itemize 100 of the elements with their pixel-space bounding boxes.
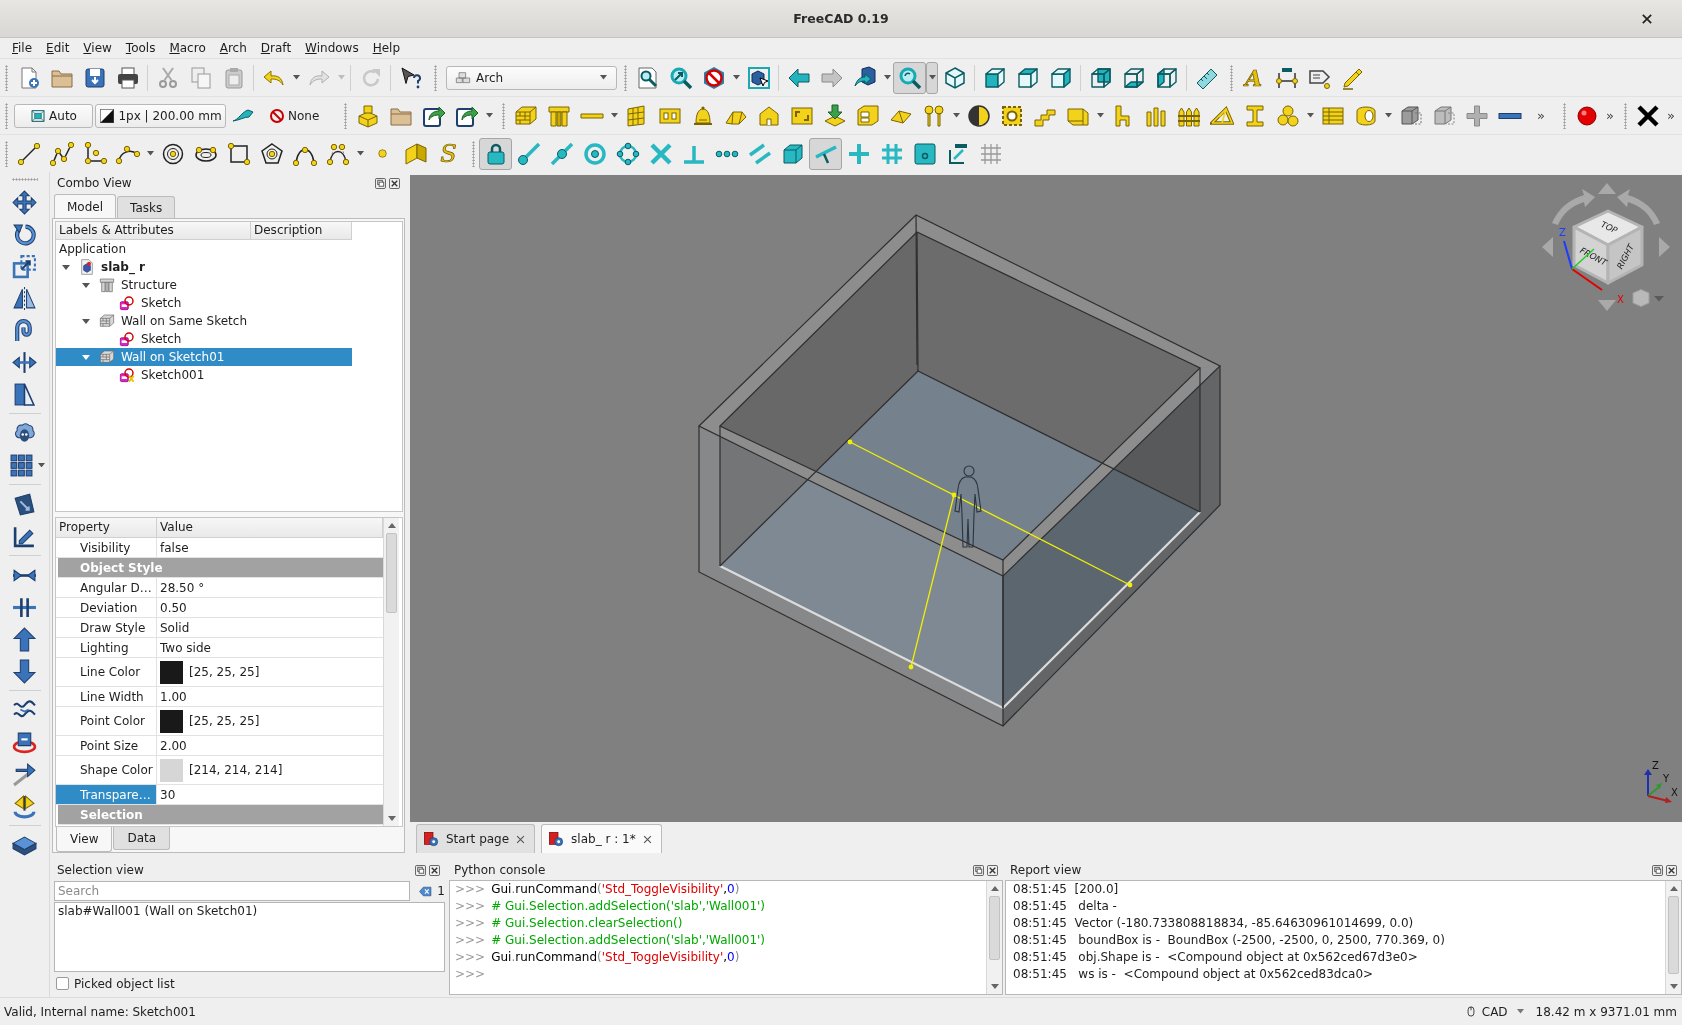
- property-value[interactable]: 28.50 °: [160, 580, 205, 595]
- view-cube-icon[interactable]: [1154, 65, 1179, 90]
- tree-item[interactable]: Wall on Same Sketch: [56, 312, 352, 330]
- up-arrow-icon[interactable]: [12, 626, 37, 652]
- scroll-down-icon[interactable]: [990, 984, 999, 989]
- menu-item[interactable]: Arch: [212, 39, 254, 57]
- tab[interactable]: Tasks: [117, 196, 176, 218]
- property-value[interactable]: Solid: [160, 620, 190, 635]
- slanted-panel-icon[interactable]: [12, 491, 37, 517]
- property-name[interactable]: Point Color: [56, 707, 157, 735]
- window-icon[interactable]: [855, 103, 880, 128]
- float-icon[interactable]: [415, 864, 426, 876]
- view-cube-icon[interactable]: [982, 65, 1007, 90]
- caret-icon[interactable]: [1096, 113, 1104, 118]
- scrollbar-thumb[interactable]: [989, 896, 1000, 960]
- expand-arrow-icon[interactable]: [81, 280, 91, 290]
- caret-icon[interactable]: [1306, 113, 1314, 118]
- down-arrow-icon[interactable]: [12, 658, 37, 684]
- line-segment-icon[interactable]: [16, 141, 41, 166]
- menu-item[interactable]: Tools: [118, 39, 163, 57]
- pipe-icon[interactable]: [1353, 103, 1378, 128]
- property-name[interactable]: Visibility: [56, 538, 157, 557]
- save-icon[interactable]: [82, 65, 107, 90]
- scroll-up-icon[interactable]: [1669, 886, 1678, 891]
- close-icon[interactable]: [389, 177, 400, 189]
- curved-arrow-icon[interactable]: [1552, 189, 1595, 225]
- column-header[interactable]: Value: [157, 518, 383, 538]
- navigation-cube[interactable]: [1572, 209, 1644, 285]
- workbench-dropdown[interactable]: Arch: [446, 65, 617, 90]
- menu-item[interactable]: Draft: [253, 39, 299, 57]
- orbit-icon[interactable]: [12, 729, 37, 755]
- rotate-arrow-icon[interactable]: [12, 221, 37, 247]
- view-cube-icon[interactable]: [1121, 65, 1146, 90]
- help-cursor-icon[interactable]: [398, 65, 423, 90]
- tree-item[interactable]: Wall on Sketch01: [56, 348, 352, 366]
- record-dot-icon[interactable]: [1574, 103, 1599, 128]
- close-icon[interactable]: [642, 834, 652, 844]
- printer-icon[interactable]: [115, 65, 140, 90]
- overflow-button[interactable]: »: [1603, 99, 1617, 132]
- expand-arrow-icon[interactable]: [81, 352, 91, 362]
- property-value[interactable]: false: [160, 540, 189, 555]
- cube-icon[interactable]: [1431, 103, 1456, 128]
- arrow-line-icon[interactable]: [12, 761, 37, 787]
- down-arrow-icon[interactable]: [822, 103, 847, 128]
- float-icon[interactable]: [375, 177, 386, 189]
- close-icon[interactable]: [1642, 13, 1652, 24]
- float-icon[interactable]: [973, 864, 984, 876]
- scrollbar[interactable]: [986, 881, 1002, 994]
- caret-icon[interactable]: [600, 75, 607, 80]
- menu-item[interactable]: Macro: [162, 39, 213, 57]
- expand-arrow-icon[interactable]: [81, 316, 91, 326]
- clear-search-icon[interactable]: [418, 884, 434, 898]
- view-cube-icon[interactable]: [1015, 65, 1040, 90]
- scrollbar-thumb[interactable]: [386, 533, 397, 613]
- circle-icon[interactable]: [160, 141, 185, 166]
- caret-icon[interactable]: [928, 75, 936, 80]
- property-name[interactable]: Point Size: [56, 736, 157, 755]
- overflow-button[interactable]: »: [1664, 99, 1678, 132]
- x-mark-icon[interactable]: [1635, 103, 1660, 128]
- circles-icon[interactable]: [1275, 103, 1300, 128]
- caret-icon[interactable]: [146, 151, 154, 156]
- point-icon[interactable]: [378, 149, 387, 158]
- property-value[interactable]: 2.00: [160, 738, 187, 753]
- close-icon[interactable]: [987, 864, 998, 876]
- bezier-curve-icon[interactable]: [325, 141, 350, 166]
- scroll-down-icon[interactable]: [387, 816, 396, 821]
- rectangle-icon[interactable]: [226, 141, 251, 166]
- tree-item[interactable]: Sketch: [56, 294, 352, 312]
- polyline-icon[interactable]: [49, 141, 74, 166]
- menu-item[interactable]: View: [76, 39, 119, 57]
- property-value[interactable]: Two side: [160, 640, 211, 655]
- truss-icon[interactable]: [1209, 103, 1234, 128]
- checkbox-label[interactable]: Picked object list: [74, 976, 175, 991]
- corner-points-icon[interactable]: [82, 141, 107, 166]
- checkbox[interactable]: [56, 977, 69, 990]
- view-menu-icon[interactable]: [1632, 289, 1664, 307]
- close-icon[interactable]: [516, 834, 526, 844]
- cube-cursor-icon[interactable]: [746, 65, 771, 90]
- caret-icon[interactable]: [732, 75, 740, 80]
- property-name[interactable]: Line Color: [56, 658, 157, 686]
- property-value[interactable]: [25, 25, 25]: [189, 665, 260, 679]
- float-icon[interactable]: [1652, 864, 1663, 876]
- triangle-square-icon[interactable]: [12, 381, 37, 407]
- prohibited-sign-icon[interactable]: [701, 65, 726, 90]
- construction-group-button[interactable]: None: [265, 103, 337, 128]
- selection-item[interactable]: slab#Wall001 (Wall on Sketch01): [58, 904, 258, 918]
- scrollbar[interactable]: [1665, 881, 1681, 994]
- property-value[interactable]: [25, 25, 25]: [189, 714, 260, 728]
- scroll-up-icon[interactable]: [990, 886, 999, 891]
- isometric-cube-icon[interactable]: [942, 65, 967, 90]
- mirror-triangles-icon[interactable]: [12, 285, 37, 311]
- search-field[interactable]: Search: [54, 881, 411, 901]
- caret-icon[interactable]: [292, 75, 300, 80]
- navigation-style-dropdown[interactable]: CAD: [1465, 1004, 1524, 1019]
- half-disc-icon[interactable]: [966, 103, 991, 128]
- brick-wall-icon[interactable]: [513, 103, 538, 128]
- move-arrows-icon[interactable]: [12, 189, 37, 215]
- horizontal-arrows-icon[interactable]: [12, 349, 37, 375]
- property-value[interactable]: 1.00: [160, 689, 187, 704]
- plus-icon[interactable]: [1464, 103, 1489, 128]
